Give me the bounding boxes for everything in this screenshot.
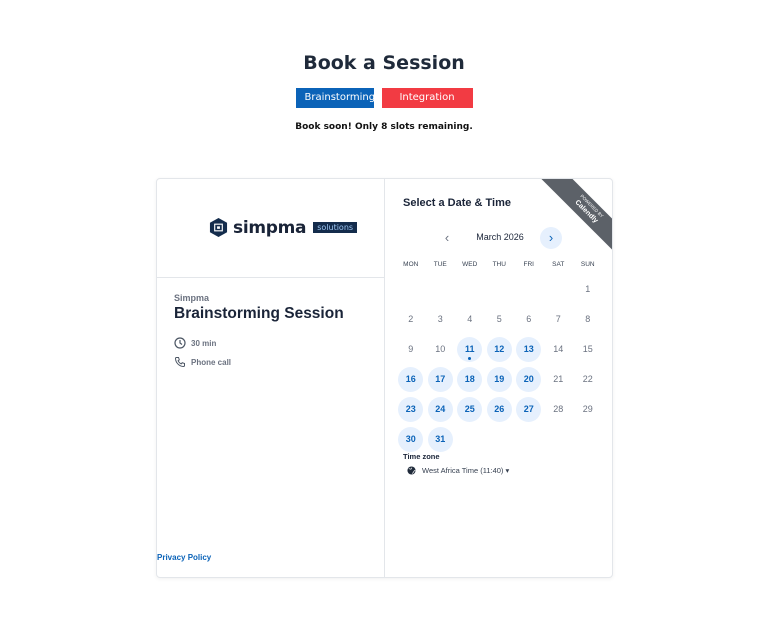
date-time-pane: Select a Date & Time POWERED BY Calendly… — [385, 179, 612, 577]
tab-row: Brainstorming Integration Audit — [0, 88, 768, 123]
next-month-button[interactable]: › — [540, 227, 562, 249]
weekday-sat: SAT — [552, 261, 565, 268]
timezone-value: West Africa Time (11:40) ▾ — [422, 466, 510, 475]
available-day-button[interactable]: 17 — [427, 366, 453, 392]
calendar-empty-cell — [426, 274, 456, 304]
calendar-day-13[interactable]: 13 — [514, 334, 544, 364]
event-location: Phone call — [174, 356, 231, 368]
available-day-button[interactable]: 23 — [398, 396, 424, 422]
globe-icon — [407, 466, 416, 475]
calendar-day-26[interactable]: 26 — [485, 394, 515, 424]
phone-icon — [174, 357, 185, 368]
logo-area: simpma solutions — [157, 179, 385, 278]
weekday-thu: THU — [492, 261, 506, 268]
available-day-button[interactable]: 27 — [516, 396, 542, 422]
calendar-day-4: 4 — [467, 314, 473, 324]
slots-remaining-note: Book soon! Only 8 slots remaining. — [295, 122, 473, 132]
available-day-button[interactable]: 25 — [457, 396, 483, 422]
select-date-title: Select a Date & Time — [403, 197, 512, 209]
calendar-day-25[interactable]: 25 — [455, 394, 485, 424]
logo-wordmark: simpma — [233, 217, 307, 238]
location-label: Phone call — [191, 357, 232, 367]
calendar-day-17[interactable]: 17 — [426, 364, 456, 394]
calendar-day-21: 21 — [553, 374, 564, 384]
event-details-pane: simpma solutions Simpma Brainstorming Se… — [157, 179, 385, 577]
weekday-header: MON TUE WED THU FRI SAT SUN — [396, 261, 603, 268]
weekday-tue: TUE — [433, 261, 447, 268]
weekday-wed: WED — [462, 261, 478, 268]
previous-month-button[interactable]: ‹ — [438, 229, 456, 247]
calendar-day-23[interactable]: 23 — [396, 394, 426, 424]
calendar-day-30[interactable]: 30 — [396, 424, 426, 454]
calendar-empty-cell — [514, 274, 544, 304]
duration-label: 30 min — [191, 338, 217, 348]
tab-brainstorming[interactable]: Brainstorming — [295, 88, 375, 108]
available-day-button[interactable]: 30 — [398, 426, 424, 452]
available-day-button[interactable]: 19 — [486, 366, 512, 392]
weekday-sun: SUN — [580, 261, 595, 268]
calendar-empty-cell — [396, 274, 426, 304]
calendar-day-12[interactable]: 12 — [485, 334, 515, 364]
available-day-button[interactable]: 13 — [516, 336, 542, 362]
event-duration: 30 min — [174, 337, 216, 349]
calendar-grid: 1 2 3 4 5 6 7 8 9 10 11 12 13 14 15 16 17 18 19 20 21 22 23 24 2… — [396, 274, 603, 454]
calendar-day-19[interactable]: 19 — [485, 364, 515, 394]
logo-tag: solutions — [313, 222, 358, 233]
company-logo: simpma solutions — [209, 217, 358, 238]
page-title: Book a Session — [303, 52, 465, 74]
clock-icon — [174, 337, 186, 349]
calendar-day-28: 28 — [553, 404, 564, 414]
available-day-button[interactable]: 18 — [457, 366, 483, 392]
available-day-button[interactable]: 12 — [486, 336, 512, 362]
calendar-day-20[interactable]: 20 — [514, 364, 544, 394]
calendar-day-27[interactable]: 27 — [514, 394, 544, 424]
event-title: Brainstorming Session — [174, 305, 344, 322]
calendar-day-29: 29 — [582, 404, 593, 414]
calendar-empty-cell — [455, 274, 485, 304]
privacy-policy-link[interactable]: Privacy Policy — [157, 553, 211, 562]
available-day-button[interactable]: 24 — [427, 396, 453, 422]
weekday-mon: MON — [403, 261, 419, 268]
available-day-button[interactable]: 16 — [398, 366, 424, 392]
organizer-name: Simpma — [174, 293, 210, 303]
calendar-day-24[interactable]: 24 — [426, 394, 456, 424]
calendar-day-5: 5 — [496, 314, 502, 324]
available-day-button[interactable]: 20 — [516, 366, 542, 392]
calendar-day-9: 9 — [408, 344, 414, 354]
calendar-day-2: 2 — [408, 314, 414, 324]
calendar-day-6: 6 — [526, 314, 532, 324]
hexagon-logo-icon — [209, 218, 228, 237]
calendar-day-18[interactable]: 18 — [455, 364, 485, 394]
calendar-day-14: 14 — [553, 344, 564, 354]
calendar-day-8: 8 — [585, 314, 591, 324]
calendar-day-31[interactable]: 31 — [426, 424, 456, 454]
scheduling-widget: simpma solutions Simpma Brainstorming Se… — [156, 178, 613, 578]
available-day-button[interactable]: 31 — [427, 426, 453, 452]
timezone-label: Time zone — [403, 452, 440, 461]
calendar-empty-cell — [485, 274, 515, 304]
timezone-select[interactable]: West Africa Time (11:40) ▾ — [407, 466, 509, 475]
calendar-day-10: 10 — [435, 344, 446, 354]
tab-integration-audit[interactable]: Integration Audit — [381, 88, 473, 123]
available-day-button[interactable]: 26 — [486, 396, 512, 422]
calendar-day-15: 15 — [582, 344, 593, 354]
calendar-day-11[interactable]: 11 — [455, 334, 485, 364]
calendar-day-22: 22 — [582, 374, 593, 384]
calendar-empty-cell — [544, 274, 574, 304]
month-label: March 2026 — [476, 232, 524, 242]
weekday-fri: FRI — [523, 261, 534, 268]
month-navigation: ‹ March 2026 › — [385, 227, 612, 249]
calendar-day-7: 7 — [555, 314, 561, 324]
calendar-day-1: 1 — [585, 284, 591, 294]
calendar-day-3: 3 — [437, 314, 443, 324]
calendar-day-16[interactable]: 16 — [396, 364, 426, 394]
